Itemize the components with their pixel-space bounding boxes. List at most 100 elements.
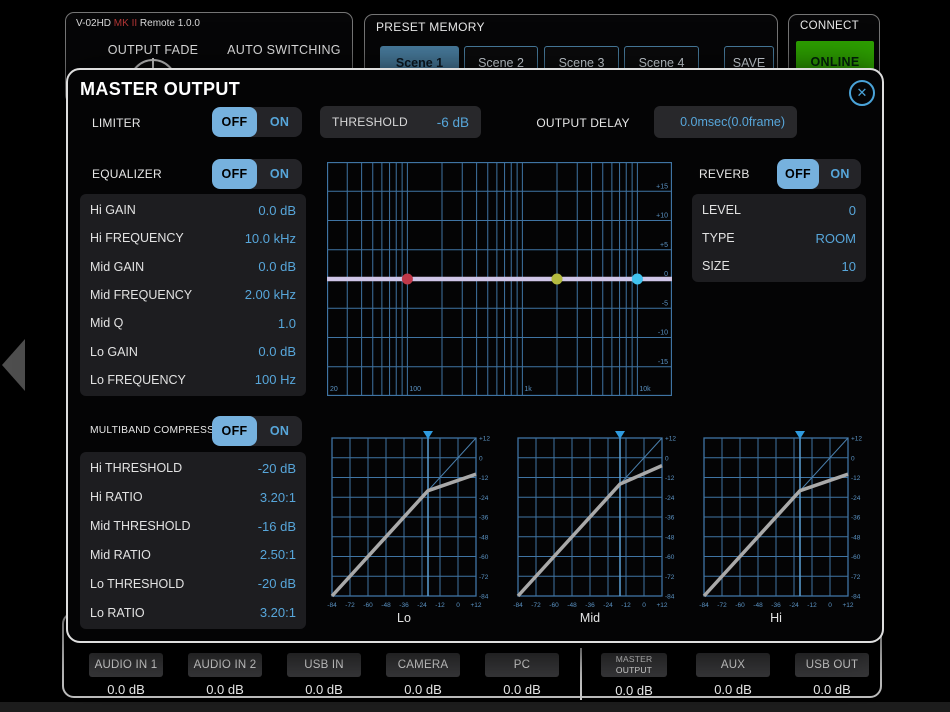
svg-text:+12: +12	[470, 602, 481, 609]
param-row[interactable]: Hi GAIN 0.0 dB	[80, 196, 306, 224]
param-label: Lo RATIO	[90, 605, 145, 620]
svg-text:0: 0	[665, 455, 669, 462]
param-value: 0.0 dB	[258, 259, 296, 275]
close-icon[interactable]: ✕	[849, 80, 875, 106]
svg-text:-84: -84	[665, 594, 675, 601]
svg-text:-12: -12	[435, 602, 445, 609]
compressor-graph-hi: +12 0 -12 -24 -36 -48 -60 -72 -84 -84 -72 -60 -48 -36…	[696, 430, 866, 626]
svg-text:-84: -84	[699, 602, 709, 609]
svg-text:-48: -48	[753, 602, 763, 609]
reverb-on-button[interactable]: ON	[819, 159, 861, 189]
multiband-compressor-toggle: OFF ON	[212, 416, 302, 446]
svg-text:Hi: Hi	[770, 611, 782, 625]
svg-text:-12: -12	[851, 475, 861, 482]
param-label: Mid GAIN	[90, 259, 145, 274]
aux-level: 0.0 dB	[714, 682, 752, 697]
param-row[interactable]: Mid Q 1.0	[80, 309, 306, 337]
param-row[interactable]: LEVEL 0	[692, 196, 866, 224]
svg-text:-60: -60	[363, 602, 373, 609]
svg-text:+12: +12	[656, 602, 667, 609]
param-row[interactable]: Lo RATIO 3.20:1	[80, 598, 306, 627]
param-row[interactable]: Mid GAIN 0.0 dB	[80, 253, 306, 281]
param-row[interactable]: Lo THRESHOLD -20 dB	[80, 569, 306, 598]
threshold-field[interactable]: THRESHOLD -6 dB	[320, 106, 481, 138]
limiter-on-button[interactable]: ON	[257, 107, 302, 137]
preset-memory-title: PRESET MEMORY	[376, 20, 485, 34]
svg-text:0: 0	[456, 602, 460, 609]
channel-usb-in: USB IN 0.0 dB	[269, 653, 379, 697]
usb-out-button[interactable]: USB OUT	[795, 653, 869, 677]
app-screen: V-02HD MK II Remote 1.0.0 OUTPUT FADE AU…	[0, 0, 950, 712]
param-row[interactable]: Hi RATIO 3.20:1	[80, 483, 306, 512]
drawer-handle-icon[interactable]	[2, 339, 25, 391]
equalizer-params: Hi GAIN 0.0 dB Hi FREQUENCY 10.0 kHz Mid G…	[80, 194, 306, 396]
reverb-label: REVERB	[699, 167, 750, 181]
svg-text:0: 0	[479, 455, 483, 462]
audio-in-1-button[interactable]: AUDIO IN 1	[88, 653, 164, 677]
param-value: -20 dB	[257, 576, 296, 592]
svg-text:-36: -36	[585, 602, 595, 609]
usb-in-level: 0.0 dB	[305, 682, 343, 697]
usb-in-button[interactable]: USB IN	[287, 653, 361, 677]
param-value: -16 dB	[257, 518, 296, 534]
output-delay-field[interactable]: 0.0msec(0.0frame)	[654, 106, 797, 138]
equalizer-off-button[interactable]: OFF	[212, 159, 257, 189]
param-value: 10	[841, 258, 856, 274]
limiter-off-button[interactable]: OFF	[212, 107, 257, 137]
reverb-params: LEVEL 0 TYPE ROOM SIZE 10	[692, 194, 866, 282]
param-label: Hi FREQUENCY	[90, 231, 184, 246]
svg-text:-12: -12	[807, 602, 817, 609]
param-row[interactable]: Mid THRESHOLD -16 dB	[80, 512, 306, 541]
svg-text:-12: -12	[621, 602, 631, 609]
channel-camera: CAMERA 0.0 dB	[368, 653, 478, 697]
multiband-on-button[interactable]: ON	[257, 416, 302, 446]
eq-response-graph[interactable]: +15 +10 +5 0 -5 -10 -15 20 100 1k 10k	[327, 162, 672, 396]
svg-text:-48: -48	[665, 534, 675, 541]
svg-text:-84: -84	[479, 594, 489, 601]
aux-button[interactable]: AUX	[696, 653, 770, 677]
param-value: 2.50:1	[259, 547, 296, 563]
param-label: Mid RATIO	[90, 547, 151, 562]
param-value: -20 dB	[257, 460, 296, 476]
svg-text:-84: -84	[851, 594, 861, 601]
param-value: 10.0 kHz	[244, 230, 296, 246]
param-row[interactable]: TYPE ROOM	[692, 224, 866, 252]
svg-text:-48: -48	[381, 602, 391, 609]
svg-text:-84: -84	[513, 602, 523, 609]
svg-text:-24: -24	[479, 495, 489, 502]
svg-text:-24: -24	[603, 602, 613, 609]
svg-text:-48: -48	[851, 534, 861, 541]
svg-text:-36: -36	[851, 515, 861, 522]
pc-button[interactable]: PC	[485, 653, 559, 677]
svg-text:-24: -24	[789, 602, 799, 609]
svg-text:+15: +15	[656, 183, 668, 190]
svg-text:+12: +12	[665, 436, 676, 443]
param-row[interactable]: Mid RATIO 2.50:1	[80, 540, 306, 569]
audio-in-2-button[interactable]: AUDIO IN 2	[187, 653, 263, 677]
channel-audio-in-2: AUDIO IN 2 0.0 dB	[170, 653, 280, 697]
param-label: Mid THRESHOLD	[90, 519, 191, 534]
camera-level: 0.0 dB	[404, 682, 442, 697]
reverb-off-button[interactable]: OFF	[777, 159, 819, 189]
svg-text:-48: -48	[479, 534, 489, 541]
audio-in-2-level: 0.0 dB	[206, 682, 244, 697]
camera-button[interactable]: CAMERA	[386, 653, 460, 677]
svg-text:-72: -72	[345, 602, 355, 609]
param-row[interactable]: Lo FREQUENCY 100 Hz	[80, 366, 306, 394]
svg-text:+5: +5	[660, 242, 668, 249]
multiband-off-button[interactable]: OFF	[212, 416, 257, 446]
param-row[interactable]: Mid FREQUENCY 2.00 kHz	[80, 281, 306, 309]
param-row[interactable]: SIZE 10	[692, 252, 866, 280]
equalizer-on-button[interactable]: ON	[257, 159, 302, 189]
channel-pc: PC 0.0 dB	[467, 653, 577, 697]
param-row[interactable]: Hi THRESHOLD -20 dB	[80, 454, 306, 483]
audio-in-1-level: 0.0 dB	[107, 682, 145, 697]
svg-text:Lo: Lo	[397, 611, 411, 625]
master-output-button[interactable]: MASTER OUTPUT	[601, 653, 667, 677]
compressor-graph-mid: +12 0 -12 -24 -36 -48 -60 -72 -84 -84 -72 -60 -48 -36…	[510, 430, 680, 626]
svg-text:-36: -36	[665, 515, 675, 522]
svg-text:0: 0	[642, 602, 646, 609]
param-row[interactable]: Hi FREQUENCY 10.0 kHz	[80, 224, 306, 252]
param-row[interactable]: Lo GAIN 0.0 dB	[80, 337, 306, 365]
output-fade-label: OUTPUT FADE	[107, 43, 199, 57]
